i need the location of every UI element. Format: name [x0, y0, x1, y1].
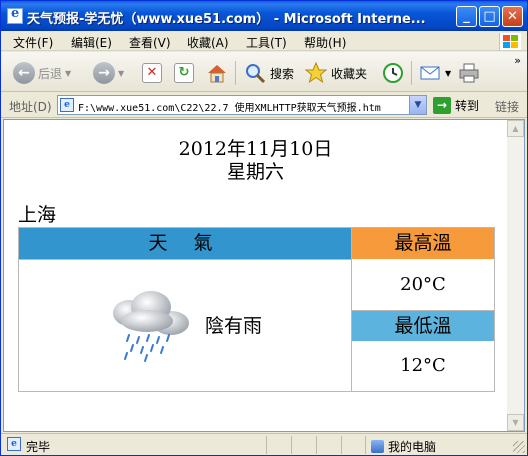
status-divider: [341, 436, 342, 454]
search-button[interactable]: 搜索: [243, 60, 294, 86]
weekday-heading: 星期六: [226, 161, 284, 183]
status-divider: [365, 436, 366, 454]
address-label: 地址(D): [9, 100, 52, 114]
address-dropdown-icon[interactable]: ▼: [409, 96, 426, 114]
my-computer-icon: [371, 440, 384, 453]
browser-window: 天气预报-学无忧（www.xue51.com） - Microsoft Inte…: [0, 0, 528, 456]
table-divider: [19, 259, 352, 260]
menu-edit[interactable]: 编辑(E): [71, 34, 112, 51]
menu-file[interactable]: 文件(F): [13, 34, 53, 51]
favorites-label: 收藏夹: [331, 66, 368, 81]
forward-dropdown-icon[interactable]: ▼: [118, 69, 124, 78]
title-bar[interactable]: 天气预报-学无忧（www.xue51.com） - Microsoft Inte…: [1, 1, 527, 31]
page-status-icon: e: [7, 437, 21, 451]
back-label: 后退: [38, 66, 63, 81]
menu-bar: 文件(F) 编辑(E) 查看(V) 收藏(A) 工具(T) 帮助(H): [1, 31, 527, 51]
security-zone: 我的电脑: [371, 438, 436, 455]
favorites-button[interactable]: 收藏夹: [304, 60, 367, 86]
links-button[interactable]: 链接: [495, 98, 519, 115]
menu-view[interactable]: 查看(V): [129, 34, 171, 51]
home-icon: [208, 65, 226, 83]
zone-label: 我的电脑: [388, 440, 437, 454]
address-value[interactable]: F:\www.xue51.com\C22\22.7 使用XMLHTTP获取天气预…: [78, 99, 406, 114]
windows-logo-icon: [499, 33, 521, 50]
condition-text: 陰有雨: [205, 315, 263, 337]
status-divider: [266, 436, 267, 454]
weather-header: 天 氣: [19, 228, 352, 259]
address-bar: 地址(D) e F:\www.xue51.com\C22\22.7 使用XMLH…: [1, 93, 527, 118]
scroll-up-icon[interactable]: ▲: [507, 120, 524, 137]
refresh-icon: ↻: [174, 63, 194, 83]
back-button[interactable]: ← 后退 ▼: [13, 60, 71, 86]
close-button[interactable]: ✕: [502, 6, 523, 27]
menu-favorites[interactable]: 收藏(A): [187, 34, 229, 51]
search-icon: [246, 64, 266, 84]
address-input[interactable]: e F:\www.xue51.com\C22\22.7 使用XMLHTTP获取天…: [57, 95, 427, 115]
stop-icon: ✕: [142, 63, 162, 83]
status-text: 完毕: [26, 440, 51, 454]
search-label: 搜索: [270, 66, 295, 81]
toolbar-separator: [411, 61, 412, 85]
scroll-down-icon[interactable]: ▼: [507, 414, 524, 431]
history-button[interactable]: [381, 60, 405, 86]
minimize-button[interactable]: _: [456, 6, 477, 27]
forward-button[interactable]: → ▼: [93, 60, 124, 86]
toolbar-overflow-icon[interactable]: »: [514, 54, 521, 67]
window-title: 天气预报-学无忧（www.xue51.com） - Microsoft Inte…: [27, 12, 426, 27]
weather-page: 2012年11月10日 星期六 上海 天 氣 最高溫 20°C 最低溫 12°C: [4, 120, 507, 431]
print-button[interactable]: [457, 60, 481, 86]
star-icon: [304, 61, 328, 84]
status-divider: [291, 436, 292, 454]
menu-tools[interactable]: 工具(T): [246, 34, 287, 51]
printer-icon: [459, 63, 479, 83]
weather-table: 天 氣 最高溫 20°C 最低溫 12°C 陰有雨: [18, 227, 495, 392]
vertical-scrollbar[interactable]: ▲ ▼: [507, 120, 524, 431]
forward-arrow-icon: →: [93, 62, 115, 84]
back-dropdown-icon[interactable]: ▼: [65, 69, 71, 78]
stop-button[interactable]: ✕: [142, 60, 162, 86]
go-arrow-icon: →: [433, 97, 451, 114]
cloud-rain-icon: [113, 291, 189, 362]
high-temp-header: 最高溫: [352, 228, 494, 259]
status-divider: [316, 436, 317, 454]
toolbar-separator: [235, 61, 236, 85]
table-divider: [352, 310, 494, 311]
maximize-button[interactable]: □: [479, 6, 500, 27]
status-bar: e 完毕 我的电脑: [1, 433, 527, 455]
high-temp-value: 20°C: [400, 274, 446, 295]
resize-grip-icon[interactable]: [513, 441, 525, 453]
toolbar: ← 后退 ▼ → ▼ ✕ ↻ 搜索 收藏夹 ▼ »: [1, 52, 527, 92]
mail-icon: [420, 66, 440, 80]
low-temp-value: 12°C: [400, 355, 446, 376]
mail-button[interactable]: ▼: [418, 60, 451, 86]
refresh-button[interactable]: ↻: [174, 60, 194, 86]
menu-help[interactable]: 帮助(H): [304, 34, 346, 51]
page-icon: e: [60, 98, 74, 112]
page-content: 2012年11月10日 星期六 上海 天 氣 最高溫 20°C 最低溫 12°C: [3, 119, 525, 432]
low-temp-header: 最低溫: [352, 311, 494, 341]
ie-icon: [7, 6, 23, 24]
go-button[interactable]: → 转到: [433, 97, 479, 114]
go-label: 转到: [455, 99, 480, 113]
history-icon: [383, 63, 403, 83]
mail-dropdown-icon[interactable]: ▼: [445, 69, 451, 78]
city-name: 上海: [18, 204, 57, 226]
back-arrow-icon: ←: [13, 62, 35, 84]
home-button[interactable]: [205, 60, 229, 86]
